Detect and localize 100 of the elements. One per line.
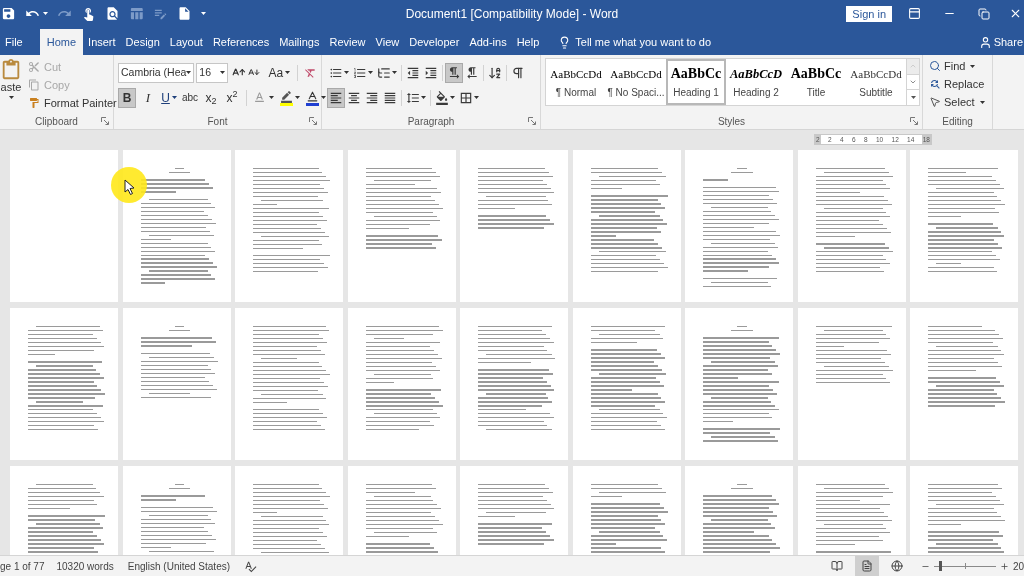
page-icon — [860, 560, 873, 572]
align-center-icon — [347, 90, 361, 105]
style-item[interactable]: AaBbCcDd ¶ No Spaci... — [606, 59, 666, 105]
blank-page-icon[interactable] — [177, 6, 192, 21]
group-label: Paragraph — [407, 114, 455, 129]
highlighter-icon[interactable] — [280, 89, 293, 106]
view-button[interactable] — [854, 556, 879, 576]
ribbon-tab[interactable]: Add-ins — [464, 29, 512, 55]
caret-icon — [269, 96, 274, 99]
editing-command[interactable]: Replace — [929, 75, 992, 93]
zoom-percentage[interactable]: 20 — [1012, 558, 1024, 574]
ribbon-tab[interactable]: Home — [39, 29, 84, 55]
dialog-launcher-icon[interactable] — [528, 117, 536, 126]
caret-icon — [219, 71, 225, 74]
word-count[interactable]: 10320 words — [56, 558, 114, 574]
ribbon-tab[interactable]: Insert — [83, 29, 121, 55]
caret-icon — [295, 96, 300, 99]
caret-icon — [450, 96, 455, 99]
ribbon-tab[interactable]: Help — [511, 29, 545, 55]
ribbon-tab[interactable]: References — [207, 29, 275, 55]
paint-bucket-icon — [435, 90, 449, 105]
format-toggle[interactable]: x$_{2}$ — [202, 87, 220, 108]
caret-icon — [970, 64, 976, 68]
page-search-icon[interactable] — [105, 6, 120, 21]
paragraph-button[interactable] — [327, 87, 345, 108]
editing-command[interactable]: Select — [929, 93, 992, 111]
style-item[interactable]: AaBbCcD Heading 2 — [726, 59, 786, 105]
group-label: Editing — [942, 114, 973, 129]
change-case-button[interactable]: Aa — [265, 63, 294, 82]
caret-icon — [421, 96, 426, 99]
multilevel-list-icon — [377, 65, 391, 80]
style-item[interactable]: AaBbCc Heading 1 — [666, 59, 726, 105]
paste-button[interactable]: aste — [0, 55, 22, 114]
sort-icon — [488, 65, 502, 80]
zoom-slider[interactable] — [933, 560, 996, 572]
dialog-launcher-icon[interactable] — [101, 117, 109, 126]
cursor-highlight-icon — [110, 166, 148, 204]
tell-me-field[interactable]: Tell me what you want to do — [575, 33, 736, 51]
caret-icon — [910, 96, 916, 100]
zoom-in-icon[interactable] — [999, 561, 1009, 571]
format-toggle[interactable]: abc — [181, 87, 199, 108]
close-icon[interactable] — [1009, 7, 1022, 20]
dialog-launcher-icon[interactable] — [309, 117, 317, 126]
copy-icon — [28, 79, 40, 91]
paragraph-button[interactable] — [445, 62, 463, 83]
left-to-right-icon — [447, 65, 461, 80]
ribbon-tab[interactable]: File — [0, 29, 28, 55]
justify-icon — [383, 90, 397, 105]
group-label: Clipboard — [35, 114, 78, 129]
caret-icon — [285, 71, 291, 74]
ribbon-display-icon[interactable] — [908, 7, 921, 20]
ribbon-tab[interactable]: Developer — [404, 29, 465, 55]
align-left-icon — [329, 90, 343, 105]
caret-icon — [368, 71, 373, 74]
save-icon[interactable] — [1, 6, 16, 21]
sign-in-button[interactable]: Sign in — [846, 5, 892, 22]
format-toggle[interactable]: I — [139, 87, 157, 108]
font-color-icon[interactable] — [306, 89, 319, 106]
dialog-launcher-icon[interactable] — [910, 117, 918, 126]
caret-icon — [201, 12, 206, 15]
globe-icon — [890, 560, 903, 572]
increase-indent-icon — [424, 65, 438, 80]
align-right-icon — [365, 90, 379, 105]
ribbon-tab[interactable]: Mailings — [274, 29, 325, 55]
font-name-dropdown[interactable]: Cambria (Hea — [118, 62, 195, 83]
style-item[interactable]: AaBbCcDd ¶ Normal — [546, 59, 606, 105]
restore-icon[interactable] — [978, 7, 990, 20]
ribbon-tab[interactable]: View — [370, 29, 405, 55]
window-title: Document1 [Compatibility Mode] - Word — [405, 5, 619, 23]
ribbon-tab[interactable]: Layout — [164, 29, 208, 55]
caret-icon — [186, 71, 192, 74]
caret-icon — [344, 71, 349, 74]
scissors-icon — [28, 61, 40, 73]
language-status[interactable]: English (United States) — [127, 558, 231, 574]
style-item[interactable]: AaBbCcDd Subtitle — [846, 59, 906, 105]
caret-icon — [979, 100, 985, 104]
clipboard-command[interactable]: Format Painter — [28, 94, 117, 112]
format-toggle[interactable]: x$^{2}$ — [223, 87, 241, 108]
pointer-icon — [929, 96, 941, 108]
right-to-left-icon — [465, 65, 479, 80]
zoom-slider-thumb[interactable] — [939, 561, 943, 571]
chevron-down-icon — [909, 78, 917, 86]
editing-command[interactable]: Find — [929, 57, 992, 75]
hand-pointer-icon[interactable] — [81, 6, 96, 21]
caret-icon — [321, 96, 326, 99]
page-count[interactable]: ge 1 of 77 — [0, 558, 45, 574]
format-toggle[interactable]: B — [118, 87, 136, 108]
style-item[interactable]: AaBbCc Title — [786, 59, 846, 105]
ribbon-tab[interactable]: Design — [120, 29, 165, 55]
format-toggle[interactable]: U — [160, 87, 178, 108]
caret-icon — [8, 96, 14, 99]
numbered-list-icon — [353, 65, 367, 80]
share-button[interactable]: Share — [978, 29, 1024, 55]
ribbon-tab[interactable]: Review — [324, 29, 371, 55]
book-icon — [830, 560, 843, 572]
proofing-icon[interactable] — [244, 559, 258, 573]
person-icon — [978, 35, 992, 49]
text-effects-icon[interactable] — [252, 90, 267, 105]
font-size-dropdown[interactable]: 16 — [196, 62, 228, 83]
line-spacing-icon — [406, 90, 420, 105]
